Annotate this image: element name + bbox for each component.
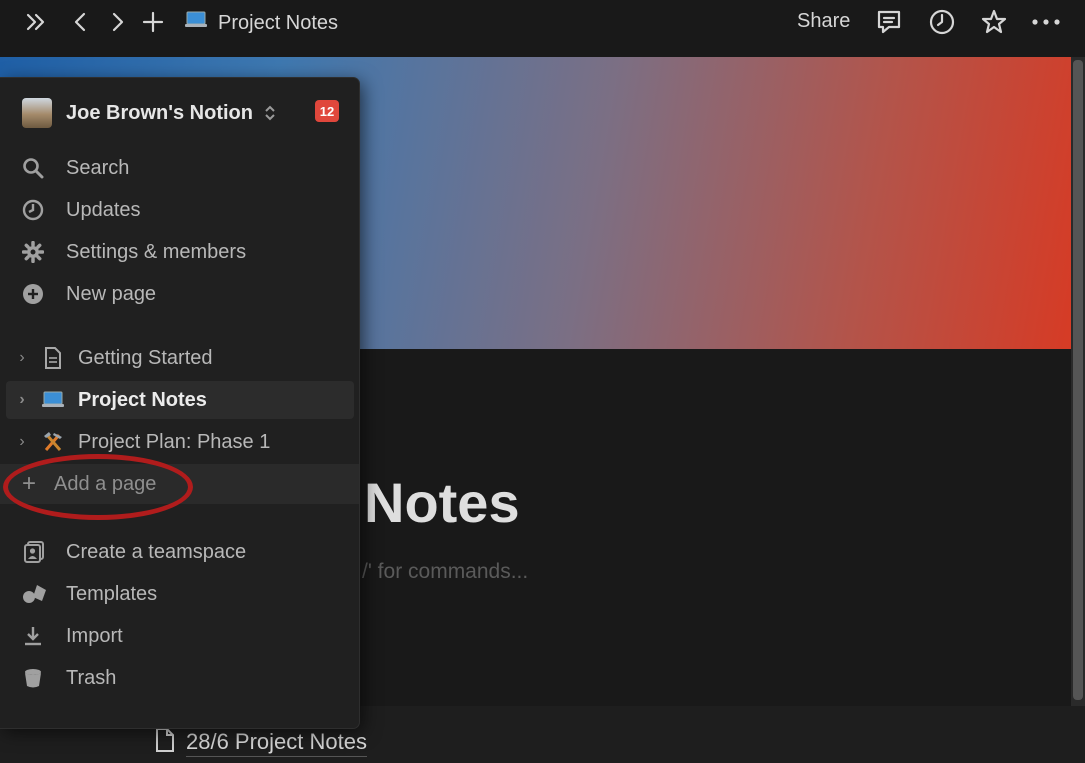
page-title[interactable]: Notes — [364, 470, 520, 535]
sidebar-item-create-teamspace[interactable]: Create a teamspace — [22, 536, 342, 568]
sidebar-page-label: Project Notes — [78, 388, 207, 411]
trash-icon — [22, 667, 54, 689]
sidebar: Joe Brown's Notion 12 Search Updates Set… — [0, 78, 359, 728]
workspace-switcher[interactable]: Joe Brown's Notion 12 — [22, 98, 342, 128]
comments-icon[interactable] — [875, 8, 903, 36]
sidebar-item-label: Search — [66, 156, 130, 179]
highlight-annotation-ring — [3, 454, 193, 520]
sidebar-page-label: Getting Started — [78, 346, 213, 369]
hammer-pick-icon — [38, 430, 68, 454]
favorite-star-icon[interactable] — [980, 8, 1008, 36]
history-clock-icon[interactable] — [928, 8, 956, 36]
laptop-icon — [38, 390, 68, 410]
chevron-up-down-icon — [263, 103, 277, 123]
notification-badge[interactable]: 12 — [315, 100, 339, 122]
back-arrow-icon[interactable] — [70, 8, 90, 36]
document-icon — [154, 727, 176, 759]
subpage-label: 28/6 Project Notes — [186, 729, 367, 757]
sidebar-item-label: Templates — [66, 582, 158, 605]
share-button[interactable]: Share — [797, 10, 850, 33]
chevron-right-icon[interactable]: › — [6, 433, 38, 451]
laptop-icon — [184, 10, 208, 36]
workspace-name: Joe Brown's Notion — [66, 101, 253, 124]
sidebar-page-label: Project Plan: Phase 1 — [78, 430, 271, 453]
sidebar-item-new-page[interactable]: New page — [22, 278, 342, 310]
sidebar-item-updates[interactable]: Updates — [22, 194, 342, 226]
sidebar-page-project-notes[interactable]: › Project Notes — [6, 381, 354, 419]
subpage-link[interactable]: 28/6 Project Notes — [154, 727, 367, 759]
expand-sidebar-icon[interactable] — [24, 8, 48, 36]
breadcrumb[interactable]: Project Notes — [184, 10, 338, 36]
gear-icon — [22, 241, 54, 263]
editor-placeholder[interactable]: /' for commands... — [362, 560, 528, 584]
chevron-right-icon[interactable]: › — [6, 349, 38, 367]
sidebar-item-templates[interactable]: Templates — [22, 578, 342, 610]
sidebar-item-label: New page — [66, 282, 157, 305]
breadcrumb-page-title: Project Notes — [218, 11, 339, 34]
sidebar-item-import[interactable]: Import — [22, 620, 342, 652]
new-page-plus-icon[interactable] — [142, 8, 164, 36]
scrollbar-thumb[interactable] — [1073, 60, 1083, 700]
document-icon — [38, 346, 68, 370]
chevron-right-icon[interactable]: › — [6, 391, 38, 409]
sidebar-item-label: Create a teamspace — [66, 540, 247, 563]
templates-icon — [22, 583, 54, 605]
plus-circle-icon — [22, 283, 54, 305]
clock-icon — [22, 199, 54, 221]
sidebar-item-trash[interactable]: Trash — [22, 662, 342, 694]
sidebar-item-label: Updates — [66, 198, 141, 221]
forward-arrow-icon[interactable] — [108, 8, 128, 36]
sidebar-item-label: Trash — [66, 666, 117, 689]
download-icon — [22, 625, 54, 647]
sidebar-item-label: Import — [66, 624, 123, 647]
sidebar-page-getting-started[interactable]: › Getting Started — [6, 339, 354, 377]
more-options-icon[interactable] — [1030, 8, 1062, 36]
sidebar-item-settings[interactable]: Settings & members — [22, 236, 342, 268]
top-bar: Project Notes Share — [0, 0, 1085, 56]
search-icon — [22, 157, 54, 179]
sidebar-item-label: Settings & members — [66, 240, 247, 263]
sidebar-item-search[interactable]: Search — [22, 152, 342, 184]
workspace-avatar — [22, 98, 52, 128]
sidebar-page-project-plan[interactable]: › Project Plan: Phase 1 — [6, 423, 354, 461]
teamspace-icon — [22, 540, 54, 564]
